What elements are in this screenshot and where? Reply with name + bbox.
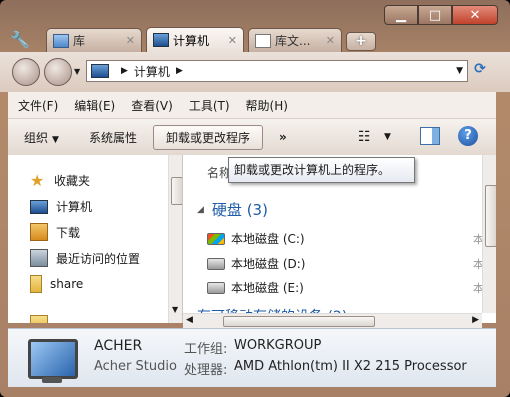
document-icon xyxy=(255,33,271,48)
drive-label: 本地磁盘 (C:) xyxy=(231,232,305,246)
view-dropdown-icon[interactable]: ▼ xyxy=(384,132,391,142)
menu-bar: 文件(F) 编辑(E) 查看(V) 工具(T) 帮助(H) xyxy=(8,92,496,118)
help-icon[interactable]: ? xyxy=(458,126,478,146)
drive-label: 本地磁盘 (D:) xyxy=(231,257,306,271)
hard-drive-icon xyxy=(207,281,225,294)
tab-library-doc[interactable]: 库文... ✕ xyxy=(248,28,342,52)
new-tab-button[interactable]: + xyxy=(346,32,376,51)
folder-icon xyxy=(30,315,48,323)
tab-close-icon[interactable]: ✕ xyxy=(228,34,237,47)
tab-label: 库 xyxy=(73,34,86,48)
collapse-triangle-icon[interactable]: ◢ xyxy=(197,205,204,215)
forward-button[interactable] xyxy=(44,58,72,86)
scroll-down-icon[interactable]: ▼ xyxy=(172,305,178,314)
drive-label: 本地磁盘 (E:) xyxy=(231,281,304,295)
menu-file[interactable]: 文件(F) xyxy=(18,97,58,114)
tab-bar: 🔧 库 ✕ 计算机 ✕ 库文... ✕ + xyxy=(0,26,510,52)
preview-pane-icon[interactable] xyxy=(420,127,440,145)
menu-tools[interactable]: 工具(T) xyxy=(189,97,230,114)
navigation-bar: ▼ ▶ 计算机 ▶ ▼ ⟳ xyxy=(0,52,510,92)
computer-icon xyxy=(153,33,169,47)
address-dropdown-icon[interactable]: ▼ xyxy=(456,66,463,76)
nav-partial-item[interactable] xyxy=(30,315,56,323)
details-pane: ACHER Acher Studio 工作组: WORKGROUP 处理器: A… xyxy=(8,328,496,387)
nav-downloads[interactable]: 下载 xyxy=(30,223,80,241)
menu-edit[interactable]: 编辑(E) xyxy=(74,97,115,114)
nav-label: 最近访问的位置 xyxy=(56,251,141,266)
address-bar[interactable]: ▶ 计算机 ▶ ▼ xyxy=(86,60,468,82)
system-drive-icon xyxy=(207,232,225,245)
nav-favorites[interactable]: ★ 收藏夹 xyxy=(30,172,90,189)
menu-view[interactable]: 查看(V) xyxy=(131,97,173,114)
organize-button[interactable]: 组织 ▼ xyxy=(16,125,67,150)
tab-library[interactable]: 库 ✕ xyxy=(46,28,142,52)
nav-scroll-thumb[interactable] xyxy=(171,177,182,205)
breadcrumb-computer[interactable]: 计算机 xyxy=(134,63,170,80)
refresh-icon[interactable]: ⟳ xyxy=(470,61,490,81)
scroll-right-icon[interactable]: ▶ xyxy=(472,315,479,325)
close-button[interactable]: ✕ xyxy=(452,5,498,25)
tab-label: 计算机 xyxy=(173,33,210,48)
system-properties-button[interactable]: 系统属性 xyxy=(81,125,145,150)
folder-icon xyxy=(30,275,42,293)
more-commands-button[interactable]: » xyxy=(271,126,295,148)
nav-label: 收藏夹 xyxy=(54,174,91,188)
group-title: 硬盘 (3) xyxy=(211,201,268,219)
tab-close-icon[interactable]: ✕ xyxy=(326,34,335,47)
chevron-down-icon: ▼ xyxy=(52,134,59,145)
workgroup-label: 工作组: xyxy=(184,342,228,357)
breadcrumb-arrow-icon[interactable]: ▶ xyxy=(121,66,128,76)
navigation-pane: ★ 收藏夹 计算机 下载 最近访问的位置 share ▼ xyxy=(8,155,183,323)
explorer-window: ▁ □ ✕ 🔧 库 ✕ 计算机 ✕ 库文... ✕ + ▼ ▶ 计算机 ▶ ▼ … xyxy=(0,0,510,397)
nav-scrollbar[interactable]: ▼ xyxy=(168,155,182,323)
recent-places-icon xyxy=(30,249,48,267)
hscroll-thumb[interactable] xyxy=(223,316,375,327)
tab-label: 库文... xyxy=(275,34,311,48)
drive-item[interactable]: 本地磁盘 (C:) xyxy=(207,230,305,247)
content-scrollbar[interactable] xyxy=(482,155,496,313)
hard-drive-icon xyxy=(207,257,225,270)
menu-help[interactable]: 帮助(H) xyxy=(246,97,288,114)
computer-name: ACHER xyxy=(94,338,143,354)
drive-item[interactable]: 本地磁盘 (E:) xyxy=(207,279,304,296)
wrench-icon[interactable]: 🔧 xyxy=(10,30,30,50)
processor-value: AMD Athlon(tm) II X2 215 Processor xyxy=(234,359,467,374)
folder-icon xyxy=(53,33,69,48)
minimize-button[interactable]: ▁ xyxy=(384,5,418,25)
content-hscrollbar[interactable]: ◀ ▶ xyxy=(183,313,482,328)
maximize-button[interactable]: □ xyxy=(418,5,452,25)
download-folder-icon xyxy=(30,223,48,241)
uninstall-program-button[interactable]: 卸载或更改程序 xyxy=(152,124,263,150)
tooltip: 卸载或更改计算机上的程序。 xyxy=(228,157,415,183)
back-button[interactable] xyxy=(12,58,40,86)
nav-recent[interactable]: 最近访问的位置 xyxy=(30,249,140,267)
scroll-left-icon[interactable]: ◀ xyxy=(186,315,193,325)
computer-icon xyxy=(28,339,78,379)
monitor-stand xyxy=(42,377,62,383)
drive-item[interactable]: 本地磁盘 (D:) xyxy=(207,255,305,272)
nav-label: 下载 xyxy=(56,225,81,240)
nav-label: 计算机 xyxy=(56,200,93,214)
nav-share[interactable]: share xyxy=(30,275,83,293)
tab-computer[interactable]: 计算机 ✕ xyxy=(146,27,244,52)
organize-label: 组织 xyxy=(24,130,49,145)
workgroup-value: WORKGROUP xyxy=(234,338,322,353)
star-icon: ★ xyxy=(30,170,45,190)
window-controls: ▁ □ ✕ xyxy=(384,5,498,25)
group-header-hard-disks[interactable]: ◢ 硬盘 (3) xyxy=(197,199,268,220)
computer-icon xyxy=(91,64,109,78)
content-scroll-thumb[interactable] xyxy=(485,185,496,247)
computer-org: Acher Studio xyxy=(94,359,177,374)
processor-label: 处理器: xyxy=(184,363,228,378)
command-bar: 组织 ▼ 系统属性 卸载或更改程序 » ☷ ▼ ? xyxy=(8,118,496,156)
history-dropdown-icon[interactable]: ▼ xyxy=(74,67,80,76)
nav-label: share xyxy=(50,277,84,291)
computer-icon xyxy=(30,199,48,214)
nav-computer[interactable]: 计算机 xyxy=(30,198,92,215)
tab-close-icon[interactable]: ✕ xyxy=(126,34,135,47)
view-options-icon[interactable]: ☷ xyxy=(358,129,371,145)
breadcrumb-arrow-icon[interactable]: ▶ xyxy=(176,66,183,76)
